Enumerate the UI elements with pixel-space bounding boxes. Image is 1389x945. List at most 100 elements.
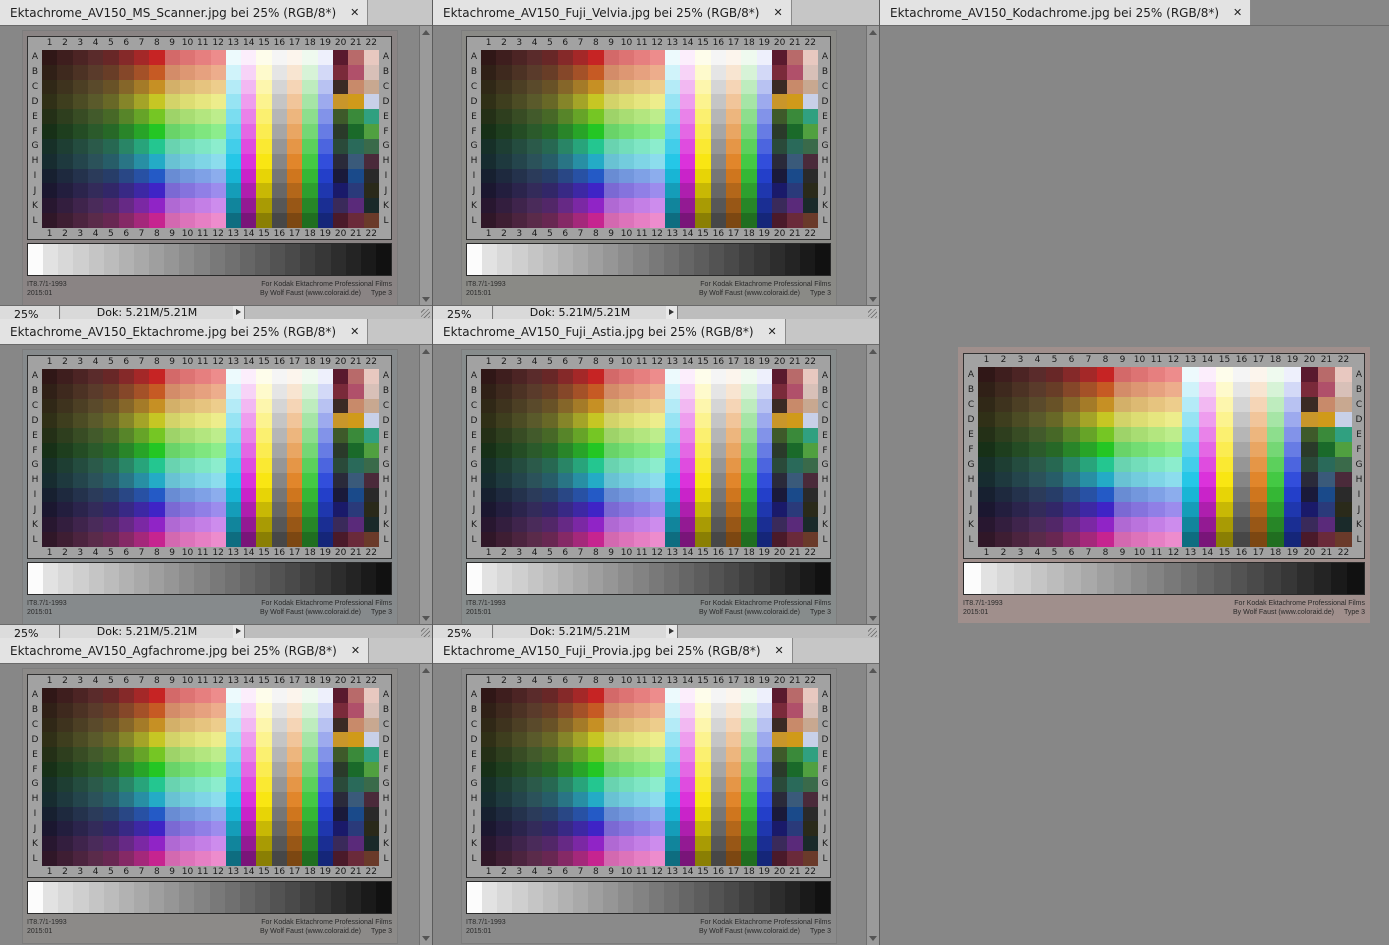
vertical-scrollbar[interactable] bbox=[866, 345, 879, 625]
color-patch bbox=[787, 79, 803, 95]
scroll-up-icon[interactable] bbox=[869, 668, 877, 673]
status-menu-arrow-icon[interactable] bbox=[233, 625, 245, 638]
zoom-level[interactable]: 25% bbox=[433, 306, 493, 319]
close-icon[interactable]: ✕ bbox=[351, 644, 360, 657]
scroll-down-icon[interactable] bbox=[422, 616, 430, 621]
color-patch bbox=[256, 487, 272, 503]
color-patch bbox=[103, 168, 119, 184]
scroll-up-icon[interactable] bbox=[869, 349, 877, 354]
color-patch bbox=[87, 369, 104, 384]
color-patch bbox=[333, 94, 349, 110]
zoom-level[interactable]: 25% bbox=[433, 625, 493, 638]
column-label: 3 bbox=[77, 229, 84, 239]
color-patch bbox=[179, 806, 196, 822]
color-patch bbox=[210, 717, 226, 733]
document-canvas[interactable]: 1 2 3 4 5 6 7 8 9 10 11 12 13 14 15 16 17 18 19 20 21 22 1 2 3 4 5… bbox=[0, 26, 419, 306]
vertical-scrollbar[interactable] bbox=[419, 345, 432, 625]
document-tab[interactable]: Ektachrome_AV150_Fuji_Provia.jpg bei 25%… bbox=[433, 638, 793, 663]
color-patch bbox=[588, 806, 604, 822]
document-tab[interactable]: Ektachrome_AV150_MS_Scanner.jpg bei 25% … bbox=[0, 0, 369, 25]
document-tab[interactable]: Ektachrome_AV150_Fuji_Astia.jpg bei 25% … bbox=[433, 319, 786, 344]
zoom-level[interactable]: 25% bbox=[0, 625, 60, 638]
color-patch bbox=[756, 836, 773, 852]
close-icon[interactable]: ✕ bbox=[1233, 6, 1242, 19]
color-patch bbox=[618, 428, 635, 444]
row-label: F bbox=[1356, 444, 1362, 455]
color-patch bbox=[695, 50, 711, 65]
horizontal-scrollbar[interactable] bbox=[678, 625, 879, 638]
color-patch bbox=[618, 472, 635, 488]
vertical-scrollbar[interactable] bbox=[866, 26, 879, 306]
column-label: 9 bbox=[608, 867, 615, 877]
close-icon[interactable]: ✕ bbox=[350, 6, 359, 19]
color-patch bbox=[133, 532, 150, 547]
color-patch bbox=[133, 732, 150, 748]
color-patch bbox=[179, 487, 196, 503]
document-tab[interactable]: Ektachrome_AV150_Fuji_Velvia.jpg bei 25%… bbox=[433, 0, 792, 25]
resize-grip-icon[interactable] bbox=[868, 628, 877, 637]
document-canvas[interactable]: 1 2 3 4 5 6 7 8 9 10 11 12 13 14 15 16 17 18 19 20 21 22 1 2 3 4 5… bbox=[0, 345, 419, 625]
scroll-up-icon[interactable] bbox=[422, 668, 430, 673]
status-menu-arrow-icon[interactable] bbox=[666, 306, 678, 319]
document-canvas[interactable]: 1 2 3 4 5 6 7 8 9 10 11 12 13 14 15 16 17 18 19 20 21 22 1 2 3 4 5… bbox=[0, 664, 419, 945]
color-patch bbox=[348, 472, 364, 488]
zoom-level[interactable]: 25% bbox=[0, 306, 60, 319]
color-patch bbox=[42, 213, 58, 228]
scroll-down-icon[interactable] bbox=[422, 297, 430, 302]
color-patch bbox=[118, 502, 134, 518]
status-menu-arrow-icon[interactable] bbox=[666, 625, 678, 638]
document-canvas[interactable]: 1 2 3 4 5 6 7 8 9 10 11 12 13 14 15 16 17 18 19 20 21 22 1 2 3 4 5… bbox=[433, 345, 866, 625]
color-patch bbox=[787, 109, 803, 125]
row-letter-column: ABCDEFGHIJKL bbox=[467, 688, 481, 866]
vertical-scrollbar[interactable] bbox=[419, 664, 432, 945]
color-patch bbox=[195, 168, 211, 184]
color-patch bbox=[195, 94, 211, 110]
color-patch bbox=[695, 717, 711, 733]
column-label: 20 bbox=[1303, 355, 1316, 365]
document-canvas[interactable]: 1 2 3 4 5 6 7 8 9 10 11 12 13 14 15 16 17 18 19 20 21 22 1 2 3 4 5… bbox=[433, 664, 866, 945]
horizontal-scrollbar[interactable] bbox=[245, 306, 432, 319]
scroll-up-icon[interactable] bbox=[422, 349, 430, 354]
scroll-down-icon[interactable] bbox=[422, 936, 430, 941]
color-patch bbox=[348, 94, 364, 110]
column-label: 20 bbox=[773, 38, 786, 48]
close-icon[interactable]: ✕ bbox=[350, 325, 359, 338]
gray-step bbox=[633, 882, 649, 913]
color-patch bbox=[649, 747, 665, 763]
color-patch bbox=[287, 702, 303, 718]
color-patch bbox=[164, 836, 180, 852]
document-canvas[interactable]: 1 2 3 4 5 6 7 8 9 10 11 12 13 14 15 16 17 18 19 20 21 22 1 2 3 4 5… bbox=[880, 26, 1389, 945]
document-canvas[interactable]: 1 2 3 4 5 6 7 8 9 10 11 12 13 14 15 16 17 18 19 20 21 22 1 2 3 4 5… bbox=[433, 26, 866, 306]
scroll-down-icon[interactable] bbox=[869, 297, 877, 302]
vertical-scrollbar[interactable] bbox=[866, 664, 879, 945]
color-patch bbox=[526, 413, 543, 429]
document-tab[interactable]: Ektachrome_AV150_Agfachrome.jpg bei 25% … bbox=[0, 638, 370, 663]
color-patch bbox=[118, 747, 134, 763]
vertical-scrollbar[interactable] bbox=[419, 26, 432, 306]
document-tab[interactable]: Ektachrome_AV150_Kodachrome.jpg bei 25% … bbox=[880, 0, 1252, 25]
close-icon[interactable]: ✕ bbox=[773, 6, 782, 19]
column-label: 13 bbox=[227, 867, 240, 877]
resize-grip-icon[interactable] bbox=[421, 628, 430, 637]
close-icon[interactable]: ✕ bbox=[775, 644, 784, 657]
color-patch bbox=[348, 198, 364, 214]
color-patch bbox=[118, 168, 134, 184]
column-label: 14 bbox=[681, 676, 694, 686]
scroll-down-icon[interactable] bbox=[869, 936, 877, 941]
column-label: 11 bbox=[1150, 548, 1163, 558]
resize-grip-icon[interactable] bbox=[868, 309, 877, 318]
resize-grip-icon[interactable] bbox=[421, 309, 430, 318]
document-tab[interactable]: Ektachrome_AV150_Ektachrome.jpg bei 25% … bbox=[0, 319, 369, 344]
scroll-up-icon[interactable] bbox=[869, 30, 877, 35]
horizontal-scrollbar[interactable] bbox=[678, 306, 879, 319]
column-label: 21 bbox=[789, 229, 801, 239]
scroll-down-icon[interactable] bbox=[869, 616, 877, 621]
status-menu-arrow-icon[interactable] bbox=[233, 306, 245, 319]
close-icon[interactable]: ✕ bbox=[768, 325, 777, 338]
color-patch bbox=[618, 776, 635, 792]
color-patch bbox=[210, 702, 226, 718]
color-patch bbox=[87, 124, 104, 139]
horizontal-scrollbar[interactable] bbox=[245, 625, 432, 638]
color-patch bbox=[1250, 502, 1267, 517]
scroll-up-icon[interactable] bbox=[422, 30, 430, 35]
